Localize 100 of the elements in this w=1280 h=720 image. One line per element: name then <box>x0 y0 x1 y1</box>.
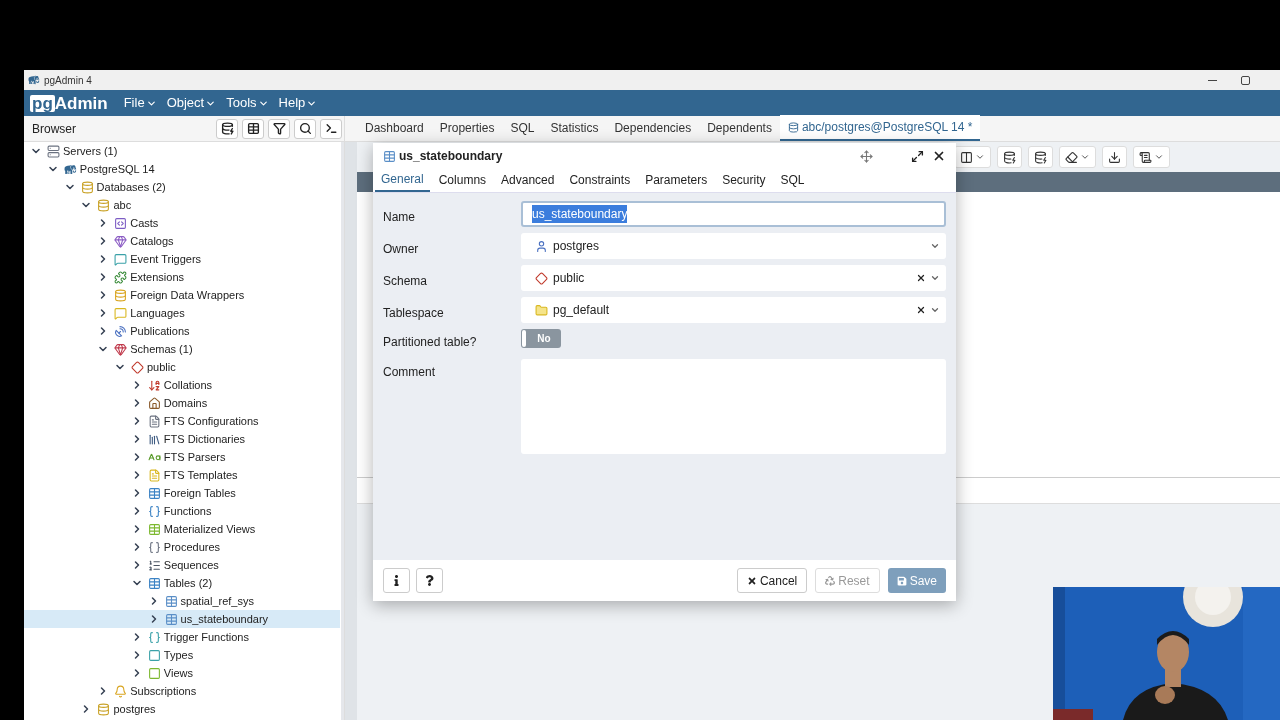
toolbar-button[interactable] <box>294 118 316 139</box>
tree-item[interactable]: Databases (2) <box>24 178 340 196</box>
minimize-icon[interactable] <box>1208 79 1217 81</box>
cancel-button[interactable]: Cancel <box>736 568 808 593</box>
tree-item[interactable]: Foreign Tables <box>24 484 340 502</box>
tree-item[interactable]: Sequences <box>24 556 340 574</box>
help-button[interactable] <box>416 568 443 593</box>
tree-item[interactable]: abc <box>24 196 340 214</box>
tree-item[interactable]: FTS Configurations <box>24 412 340 430</box>
dropdown-icon[interactable] <box>930 241 940 251</box>
tree-item[interactable]: Catalogs <box>24 232 340 250</box>
table-icon <box>147 486 161 500</box>
menu-item[interactable]: Help <box>278 93 318 113</box>
tree-item-label: FTS Parsers <box>163 449 226 465</box>
expand-icon[interactable] <box>911 149 924 163</box>
tree-item[interactable]: Views <box>24 664 340 682</box>
toolbar-button[interactable] <box>268 118 290 139</box>
info-button[interactable] <box>383 568 410 593</box>
close-icon[interactable] <box>932 149 946 163</box>
tree-item[interactable]: Event Triggers <box>24 250 340 268</box>
tree-item[interactable]: Trigger Functions <box>24 628 340 646</box>
table-icon <box>246 122 260 135</box>
tab[interactable]: Security <box>716 168 772 192</box>
select-field[interactable]: public <box>521 265 946 291</box>
toolbar-button[interactable] <box>1102 146 1127 168</box>
tree-item[interactable]: Collations <box>24 376 340 394</box>
tab[interactable]: Dependencies <box>606 115 700 141</box>
tab[interactable]: Dashboard <box>357 115 432 141</box>
tree-item-label: Catalogs <box>130 233 174 249</box>
select-field[interactable]: postgres <box>521 233 946 259</box>
tab[interactable]: Statistics <box>542 115 607 141</box>
tree-item[interactable]: us_stateboundary <box>24 610 340 628</box>
tree-item[interactable]: Functions <box>24 502 340 520</box>
tree-item[interactable]: Languages <box>24 304 340 322</box>
terminal-icon <box>324 122 338 135</box>
tree-item[interactable]: Subscriptions <box>24 682 340 700</box>
tree-item[interactable]: Schemas (1) <box>24 340 340 358</box>
toolbar-button[interactable] <box>1133 146 1170 168</box>
menu-item[interactable]: Tools <box>226 93 269 113</box>
tab[interactable]: Advanced <box>495 168 561 192</box>
tab[interactable]: Columns <box>432 168 493 192</box>
tree-item[interactable]: Tables (2) <box>24 574 340 592</box>
tree-item-label: PostgreSQL 14 <box>79 161 155 177</box>
tree-item[interactable]: FTS Templates <box>24 466 340 484</box>
caret-icon <box>975 152 985 162</box>
tab[interactable]: SQL <box>774 168 811 192</box>
tree-item-label: Sequences <box>163 557 219 573</box>
database-icon <box>97 702 111 716</box>
tree-item[interactable]: Casts <box>24 214 340 232</box>
tree-item[interactable]: Servers (1) <box>24 142 340 160</box>
field-label: Tablespace <box>383 305 445 322</box>
tab[interactable]: General <box>375 168 430 192</box>
tree-item[interactable]: Extensions <box>24 268 340 286</box>
toolbar-button[interactable] <box>242 118 264 139</box>
square-icon <box>147 666 161 680</box>
clear-icon[interactable] <box>916 273 926 283</box>
tree-item[interactable]: spatial_ref_sys <box>24 592 340 610</box>
tree-item[interactable]: FTS Parsers <box>24 448 340 466</box>
tree-item[interactable]: public <box>24 358 340 376</box>
tree-item-label: Views <box>163 665 193 681</box>
database-icon <box>80 180 94 194</box>
field-label: Schema <box>383 273 429 290</box>
tab[interactable]: Parameters <box>639 168 714 192</box>
select-field[interactable]: pg_default <box>521 297 946 323</box>
tree-item[interactable]: Publications <box>24 322 340 340</box>
tab[interactable]: Constraints <box>563 168 637 192</box>
menu-item[interactable]: Object <box>166 93 217 113</box>
tree-item[interactable]: Domains <box>24 394 340 412</box>
toolbar-button[interactable] <box>320 118 342 139</box>
tree-item[interactable]: FTS Dictionaries <box>24 430 340 448</box>
code-square-icon <box>114 216 128 230</box>
tree-item[interactable]: Procedures <box>24 538 340 556</box>
tree-item[interactable]: Foreign Data Wrappers <box>24 286 340 304</box>
dropdown-icon[interactable] <box>930 273 940 283</box>
tree-item[interactable]: Types <box>24 646 340 664</box>
toolbar-button[interactable] <box>954 146 991 168</box>
menu-item[interactable]: File <box>123 93 157 113</box>
tree-item[interactable]: Materialized Views <box>24 520 340 538</box>
toolbar-button[interactable] <box>997 146 1022 168</box>
clear-icon[interactable] <box>916 305 926 315</box>
tab[interactable]: SQL <box>502 115 543 141</box>
tab[interactable]: Properties <box>431 115 503 141</box>
tree-item[interactable]: postgres <box>24 700 340 718</box>
dropdown-icon[interactable] <box>930 305 940 315</box>
toolbar-button[interactable] <box>216 118 238 139</box>
filter-icon <box>272 122 286 135</box>
diamond-icon <box>131 360 144 374</box>
field-value: pg_default <box>553 302 610 319</box>
move-icon[interactable] <box>860 149 873 163</box>
tree-item[interactable]: PostgreSQL 14 <box>24 160 340 178</box>
toolbar-button[interactable] <box>1028 146 1053 168</box>
caret-icon <box>1080 152 1090 162</box>
message-icon <box>114 252 128 266</box>
gem-icon <box>114 234 128 248</box>
maximize-icon[interactable] <box>1241 75 1250 85</box>
name-field[interactable]: us_stateboundary <box>521 201 946 227</box>
tab[interactable]: Dependents <box>699 115 780 141</box>
toolbar-button[interactable] <box>1059 146 1096 168</box>
tab[interactable]: abc/postgres@PostgreSQL 14 * <box>779 115 981 141</box>
bell-icon <box>114 684 128 698</box>
